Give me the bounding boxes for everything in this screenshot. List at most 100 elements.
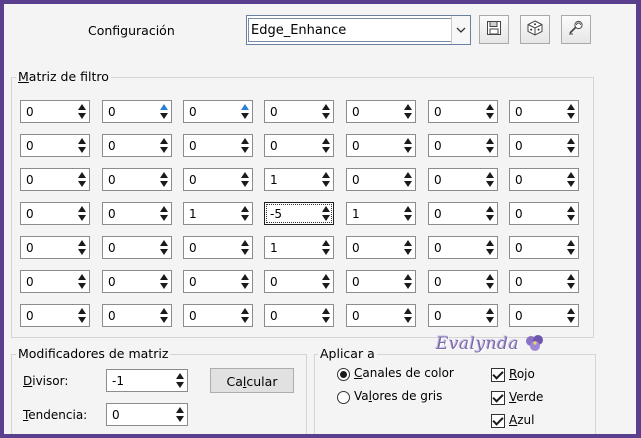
stepper-arrows-icon[interactable] [239,102,251,121]
matrix-cell-r1-c7[interactable]: 0 [509,100,579,123]
matrix-cell-r7-c2[interactable]: 0 [102,304,172,327]
stepper-arrows-icon[interactable] [402,272,414,291]
matrix-cell-r2-c1[interactable]: 0 [20,134,90,157]
color-channels-label[interactable]: Canales de color [354,366,454,380]
reset-button[interactable] [561,15,591,44]
calculate-button[interactable]: Calcular [210,368,294,393]
stepper-arrows-icon[interactable] [402,306,414,325]
stepper-arrows-icon[interactable] [76,272,88,291]
stepper-arrows-icon[interactable] [239,204,251,223]
blue-checkbox[interactable] [491,414,505,428]
randomize-button[interactable] [520,15,550,44]
matrix-cell-r7-c3[interactable]: 0 [183,304,253,327]
grayscale-label[interactable]: Valores de gris [354,389,442,403]
matrix-cell-r5-c5[interactable]: 0 [346,236,416,259]
preset-select[interactable]: Edge_Enhance [246,15,471,45]
matrix-cell-r4-c5[interactable]: 1 [346,202,416,225]
stepper-arrows-icon[interactable] [484,136,496,155]
matrix-cell-r4-c3[interactable]: 1 [183,202,253,225]
matrix-cell-r6-c2[interactable]: 0 [102,270,172,293]
matrix-cell-r6-c3[interactable]: 0 [183,270,253,293]
stepper-arrows-icon[interactable] [76,170,88,189]
stepper-arrows-icon[interactable] [320,306,332,325]
stepper-arrows-icon[interactable] [484,238,496,257]
matrix-cell-r7-c6[interactable]: 0 [428,304,498,327]
stepper-arrows-icon[interactable] [174,371,186,390]
stepper-arrows-icon[interactable] [402,238,414,257]
stepper-arrows-icon[interactable] [565,272,577,291]
divisor-stepper[interactable]: -1 [106,369,188,392]
matrix-cell-r5-c1[interactable]: 0 [20,236,90,259]
matrix-cell-r4-c4[interactable]: -5 [264,202,334,225]
matrix-cell-r7-c7[interactable]: 0 [509,304,579,327]
matrix-cell-r5-c4[interactable]: 1 [264,236,334,259]
stepper-arrows-icon[interactable] [320,102,332,121]
stepper-arrows-icon[interactable] [565,238,577,257]
stepper-arrows-icon[interactable] [239,136,251,155]
stepper-arrows-icon[interactable] [484,272,496,291]
matrix-cell-r4-c2[interactable]: 0 [102,202,172,225]
matrix-cell-r3-c6[interactable]: 0 [428,168,498,191]
stepper-arrows-icon[interactable] [239,170,251,189]
matrix-cell-r2-c5[interactable]: 0 [346,134,416,157]
matrix-cell-r6-c5[interactable]: 0 [346,270,416,293]
stepper-arrows-icon[interactable] [565,306,577,325]
chevron-down-icon[interactable] [451,16,470,44]
stepper-arrows-icon[interactable] [158,102,170,121]
stepper-arrows-icon[interactable] [158,204,170,223]
stepper-arrows-icon[interactable] [174,405,186,424]
stepper-arrows-icon[interactable] [565,102,577,121]
stepper-arrows-icon[interactable] [484,306,496,325]
blue-label[interactable]: Azul [509,413,534,427]
red-checkbox[interactable] [491,368,505,382]
stepper-arrows-icon[interactable] [158,272,170,291]
stepper-arrows-icon[interactable] [76,306,88,325]
stepper-arrows-icon[interactable] [158,170,170,189]
stepper-arrows-icon[interactable] [402,204,414,223]
matrix-cell-r6-c4[interactable]: 0 [264,270,334,293]
matrix-cell-r3-c2[interactable]: 0 [102,168,172,191]
matrix-cell-r1-c5[interactable]: 0 [346,100,416,123]
matrix-cell-r1-c4[interactable]: 0 [264,100,334,123]
stepper-arrows-icon[interactable] [484,170,496,189]
matrix-cell-r1-c6[interactable]: 0 [428,100,498,123]
stepper-arrows-icon[interactable] [76,204,88,223]
color-channels-radio[interactable] [337,368,350,381]
matrix-cell-r4-c6[interactable]: 0 [428,202,498,225]
stepper-arrows-icon[interactable] [320,204,332,223]
stepper-arrows-icon[interactable] [239,306,251,325]
matrix-cell-r5-c2[interactable]: 0 [102,236,172,259]
stepper-arrows-icon[interactable] [239,238,251,257]
matrix-cell-r5-c3[interactable]: 0 [183,236,253,259]
stepper-arrows-icon[interactable] [158,306,170,325]
stepper-arrows-icon[interactable] [239,272,251,291]
stepper-arrows-icon[interactable] [402,102,414,121]
matrix-cell-r3-c7[interactable]: 0 [509,168,579,191]
stepper-arrows-icon[interactable] [320,272,332,291]
matrix-cell-r2-c4[interactable]: 0 [264,134,334,157]
stepper-arrows-icon[interactable] [76,238,88,257]
stepper-arrows-icon[interactable] [484,102,496,121]
matrix-cell-r1-c2[interactable]: 0 [102,100,172,123]
matrix-cell-r2-c2[interactable]: 0 [102,134,172,157]
matrix-cell-r6-c1[interactable]: 0 [20,270,90,293]
matrix-cell-r2-c3[interactable]: 0 [183,134,253,157]
matrix-cell-r3-c5[interactable]: 0 [346,168,416,191]
stepper-arrows-icon[interactable] [484,204,496,223]
matrix-cell-r7-c4[interactable]: 0 [264,304,334,327]
stepper-arrows-icon[interactable] [402,170,414,189]
stepper-arrows-icon[interactable] [158,238,170,257]
matrix-cell-r3-c3[interactable]: 0 [183,168,253,191]
save-preset-button[interactable] [479,15,509,44]
matrix-cell-r4-c7[interactable]: 0 [509,202,579,225]
stepper-arrows-icon[interactable] [320,170,332,189]
red-label[interactable]: Rojo [509,367,535,381]
bias-stepper[interactable]: 0 [106,403,188,426]
matrix-cell-r5-c6[interactable]: 0 [428,236,498,259]
stepper-arrows-icon[interactable] [320,136,332,155]
matrix-cell-r3-c1[interactable]: 0 [20,168,90,191]
green-checkbox[interactable] [491,391,505,405]
matrix-cell-r4-c1[interactable]: 0 [20,202,90,225]
matrix-cell-r3-c4[interactable]: 1 [264,168,334,191]
stepper-arrows-icon[interactable] [76,102,88,121]
